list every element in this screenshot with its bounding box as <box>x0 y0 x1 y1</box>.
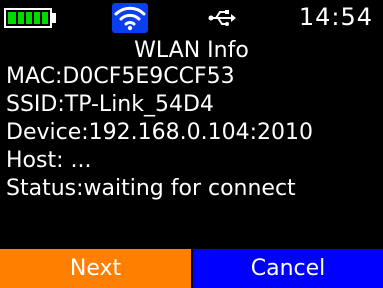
wifi-icon <box>112 3 148 33</box>
mac-address-line: MAC:D0CF5E9CCF53 <box>6 64 235 89</box>
device-screen: 14:54 WLAN Info MAC:D0CF5E9CCF53 SSID:TP… <box>0 0 383 288</box>
ssid-line: SSID:TP-Link_54D4 <box>6 92 214 117</box>
device-address-line: Device:192.168.0.104:2010 <box>6 120 314 145</box>
next-button[interactable]: Next <box>0 249 191 288</box>
usb-icon <box>207 6 237 30</box>
battery-icon <box>4 8 52 28</box>
status-bar: 14:54 <box>0 0 383 34</box>
page-title: WLAN Info <box>134 38 249 63</box>
host-line: Host: ... <box>6 148 92 173</box>
status-line: Status:waiting for connect <box>6 176 296 201</box>
cancel-button[interactable]: Cancel <box>193 249 383 288</box>
battery-tip <box>52 13 56 23</box>
clock-time: 14:54 <box>298 3 373 31</box>
